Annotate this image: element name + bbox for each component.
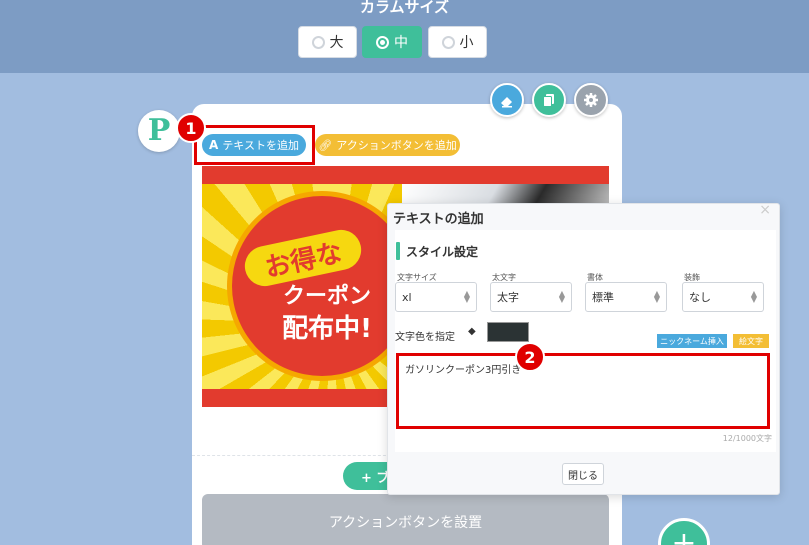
dialog-title: テキストの追加 [393, 212, 484, 227]
dialog-close-button[interactable]: 閉じる [562, 463, 604, 485]
text-color-swatch[interactable] [487, 322, 529, 342]
eraser-icon [501, 97, 512, 108]
size-option-label: 小 [459, 35, 474, 51]
size-option-medium[interactable]: 中 [362, 26, 422, 58]
select-caret-icon: ▲ ▼ [463, 289, 470, 304]
select-caret-icon: ▲ ▼ [558, 289, 565, 304]
step-badge-2: 2 [515, 342, 545, 372]
style-section-header: スタイル設定 [396, 242, 478, 260]
coupon-top-stripe [202, 166, 609, 184]
link-icon: 🔗︎ [318, 138, 333, 152]
text-input-area[interactable]: ガソリンクーポン3円引き [396, 353, 770, 429]
dialog-body: スタイル設定 文字サイズ xl ▲ ▼ 太文字 太字 ▲ ▼ 書体 標準 ▲ ▼ 装飾… [395, 230, 776, 452]
text-input-value: ガソリンクーポン3円引き [405, 365, 522, 376]
decoration-value: なし [689, 291, 711, 304]
typeface-value: 標準 [592, 291, 614, 304]
font-size-value: xl [402, 290, 412, 304]
section-accent-bar [396, 242, 400, 260]
add-action-label: アクションボタンを追加 [336, 139, 457, 152]
decoration-select[interactable]: なし ▲ ▼ [682, 282, 764, 312]
app-logo: P [138, 110, 180, 152]
bold-select[interactable]: 太字 ▲ ▼ [490, 282, 572, 312]
settings-button[interactable] [574, 83, 608, 117]
add-action-button[interactable]: 🔗︎ アクションボタンを追加 [315, 134, 460, 156]
action-button-placeholder[interactable]: アクションボタンを設置 [202, 494, 609, 545]
size-option-label: 中 [394, 35, 408, 51]
insert-nickname-button[interactable]: ニックネーム挿入 [657, 334, 727, 348]
eraser-button[interactable] [490, 83, 524, 117]
highlight-box-add-text [194, 125, 315, 165]
select-caret-icon: ▲ ▼ [750, 289, 757, 304]
copy-button[interactable] [532, 83, 566, 117]
font-size-select[interactable]: xl ▲ ▼ [395, 282, 477, 312]
emoji-button[interactable]: 絵文字 [733, 334, 769, 348]
logo-letter: P [147, 113, 171, 148]
dialog-close-icon[interactable]: × [759, 202, 771, 218]
text-color-label: 文字色を指定 [395, 332, 455, 343]
coupon-line-distribution: 配布中! [282, 314, 372, 344]
radio-icon [441, 35, 455, 49]
copy-icon [543, 94, 554, 107]
paint-bucket-icon: ◆ [468, 326, 476, 337]
size-option-small[interactable]: 小 [428, 26, 487, 58]
style-section-title: スタイル設定 [406, 244, 479, 259]
gear-icon [584, 93, 598, 107]
column-size-title: カラムサイズ [359, 0, 450, 16]
character-counter: 12/1000文字 [722, 434, 772, 443]
size-option-label: 大 [329, 35, 344, 51]
bold-value: 太字 [497, 291, 519, 304]
size-option-large[interactable]: 大 [298, 26, 357, 58]
typeface-select[interactable]: 標準 ▲ ▼ [585, 282, 667, 312]
select-caret-icon: ▲ ▼ [653, 289, 660, 304]
coupon-line-coupon: クーポン [282, 284, 371, 309]
radio-selected-icon [376, 35, 389, 49]
step-badge-1: 1 [176, 113, 206, 143]
add-fab-button[interactable]: + [658, 518, 710, 545]
radio-icon [311, 35, 325, 49]
add-text-dialog: テキストの追加 × スタイル設定 文字サイズ xl ▲ ▼ 太文字 太字 ▲ ▼ 書… [387, 202, 780, 495]
